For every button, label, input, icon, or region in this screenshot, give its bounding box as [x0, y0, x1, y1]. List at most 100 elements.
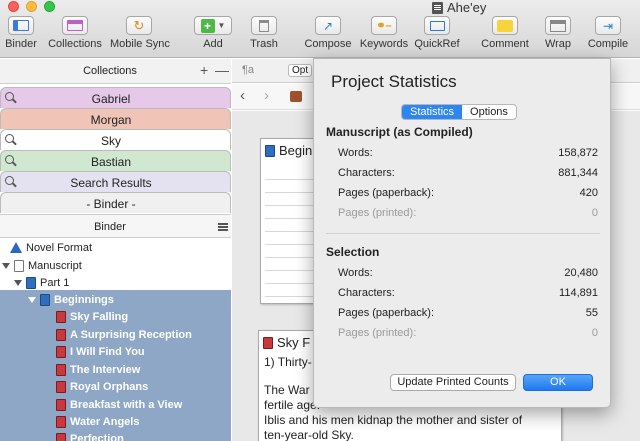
paragraph-style-button[interactable]: ¶a — [242, 64, 254, 76]
collection-tab-label: Morgan — [90, 113, 132, 127]
comment-button[interactable]: Comment — [481, 16, 529, 50]
binder-item-royal-orphans[interactable]: Royal Orphans — [56, 378, 148, 395]
stat-label: Pages (paperback): — [338, 307, 434, 319]
card-title-text: Begin — [279, 143, 313, 158]
trash-button[interactable]: Trash — [246, 16, 282, 50]
binder-item-i-will-find-you[interactable]: I Will Find You — [56, 343, 145, 360]
keywords-button[interactable]: ⚭– Keywords — [359, 16, 409, 50]
tab-options[interactable]: Options — [462, 105, 516, 119]
stat-label: Characters: — [338, 167, 395, 179]
collection-tab-gabriel[interactable]: Gabriel — [0, 87, 231, 108]
quickref-icon — [424, 16, 450, 35]
binder-item-sky-falling[interactable]: Sky Falling — [56, 308, 128, 325]
manuscript-icon — [14, 259, 24, 272]
compile-button[interactable]: ⇥ Compile — [585, 16, 631, 50]
collection-tab-binder[interactable]: - Binder - — [0, 192, 231, 213]
collection-tab-search-results[interactable]: Search Results — [0, 171, 231, 192]
section-divider — [326, 233, 600, 234]
mobile-sync-button[interactable]: ↻ Mobile Sync — [110, 16, 170, 50]
forward-arrow-icon[interactable]: › — [264, 87, 269, 104]
manuscript-pages-paperback-row: Pages (paperback): 420 — [338, 187, 598, 199]
synopsis-line: Iblis and his men kidnap the mother and … — [264, 413, 523, 427]
tab-statistics[interactable]: Statistics — [402, 105, 463, 119]
trash-label: Trash — [250, 38, 278, 50]
remove-collection-button[interactable]: — — [215, 62, 229, 78]
stat-label: Pages (printed): — [338, 207, 417, 219]
selection-words-row: Words: 20,480 — [338, 267, 598, 279]
document-icon — [56, 380, 66, 393]
zoom-window-button[interactable] — [44, 1, 55, 12]
quickref-button[interactable]: QuickRef — [413, 16, 461, 50]
disclosure-triangle-icon[interactable] — [2, 262, 10, 269]
binder-item-label: Novel Format — [26, 241, 93, 254]
document-icon — [56, 310, 66, 323]
compile-icon: ⇥ — [595, 16, 621, 35]
compose-label: Compose — [304, 38, 352, 50]
selection-section-title: Selection — [326, 245, 380, 259]
binder-item-perfection[interactable]: Perfection — [56, 430, 124, 441]
binder-item-novel-format[interactable]: Novel Format — [10, 239, 92, 256]
disclosure-triangle-icon[interactable] — [14, 279, 22, 286]
card-title-text: Sky F — [277, 335, 311, 350]
stat-label: Characters: — [338, 287, 395, 299]
binder-item-water-angels[interactable]: Water Angels — [56, 413, 139, 430]
selection-pages-printed-row: Pages (printed): 0 — [338, 327, 598, 339]
binder-item-breakfast-with-a-view[interactable]: Breakfast with a View — [56, 396, 182, 413]
ok-button[interactable]: OK — [523, 374, 593, 391]
stat-value: 55 — [585, 307, 598, 319]
folder-icon — [26, 276, 36, 289]
collections-label: Collections — [48, 38, 102, 50]
synopsis-line: ten-year-old Sky. — [264, 428, 354, 441]
stat-value: 114,891 — [559, 287, 598, 299]
document-icon — [56, 432, 66, 441]
collection-tab-label: Search Results — [70, 176, 152, 190]
collections-button[interactable]: Collections — [46, 16, 104, 50]
binder-item-manuscript[interactable]: Manuscript — [2, 257, 82, 274]
window-title-text: Ahe'ey — [447, 0, 487, 15]
disclosure-triangle-icon[interactable] — [28, 296, 36, 303]
binder-header: Binder — [0, 214, 231, 238]
stat-label: Words: — [338, 147, 373, 159]
manuscript-pages-printed-row: Pages (printed): 0 — [338, 207, 598, 219]
options-button[interactable]: Opt — [288, 64, 313, 77]
collections-header: Collections + — — [0, 59, 231, 84]
minimize-window-button[interactable] — [26, 1, 37, 12]
collection-tab-sky[interactable]: Sky — [0, 129, 231, 150]
document-icon — [432, 1, 443, 14]
selection-pages-paperback-row: Pages (paperback): 55 — [338, 307, 598, 319]
binder-title: Binder — [94, 221, 126, 233]
back-arrow-icon[interactable]: ‹ — [240, 87, 245, 104]
collection-tab-bastian[interactable]: Bastian — [0, 150, 231, 171]
binder-item-the-interview[interactable]: The Interview — [56, 361, 140, 378]
binder-item-label: Water Angels — [70, 415, 140, 428]
comment-icon — [492, 16, 518, 35]
add-button[interactable]: + ▼ Add — [194, 16, 232, 50]
document-icon — [56, 363, 66, 376]
stat-label: Pages (printed): — [338, 327, 417, 339]
collection-tab-label: - Binder - — [86, 197, 136, 211]
document-icon — [263, 336, 273, 349]
binder-item-label: Part 1 — [40, 276, 70, 289]
card-title: Sky F — [263, 335, 310, 350]
binder-item-part-1[interactable]: Part 1 — [14, 274, 69, 291]
binder-item-beginnings[interactable]: Beginnings — [28, 291, 114, 308]
stat-value: 0 — [591, 327, 598, 339]
binder-item-label: A Surprising Reception — [70, 328, 192, 341]
stat-value: 420 — [579, 187, 598, 199]
comment-label: Comment — [481, 38, 529, 50]
binder-item-label: The Interview — [70, 363, 141, 376]
update-printed-counts-button[interactable]: Update Printed Counts — [390, 374, 516, 391]
binder-icon — [8, 16, 34, 35]
close-window-button[interactable] — [8, 1, 19, 12]
binder-item-a-surprising-reception[interactable]: A Surprising Reception — [56, 326, 192, 343]
binder-item-label: Sky Falling — [70, 310, 129, 323]
dialog-title: Project Statistics — [331, 72, 457, 91]
project-statistics-dialog: Project Statistics Statistics Options Ma… — [313, 58, 611, 408]
wrap-button[interactable]: Wrap — [540, 16, 576, 50]
toolbar: Ahe'ey Binder Collections ↻ Mobile Sync … — [0, 0, 640, 58]
binder-button[interactable]: Binder — [2, 16, 40, 50]
collection-tab-morgan[interactable]: Morgan — [0, 108, 231, 129]
compose-button[interactable]: ↗ Compose — [304, 16, 352, 50]
menu-icon[interactable] — [218, 223, 228, 225]
add-collection-button[interactable]: + — [200, 62, 208, 78]
